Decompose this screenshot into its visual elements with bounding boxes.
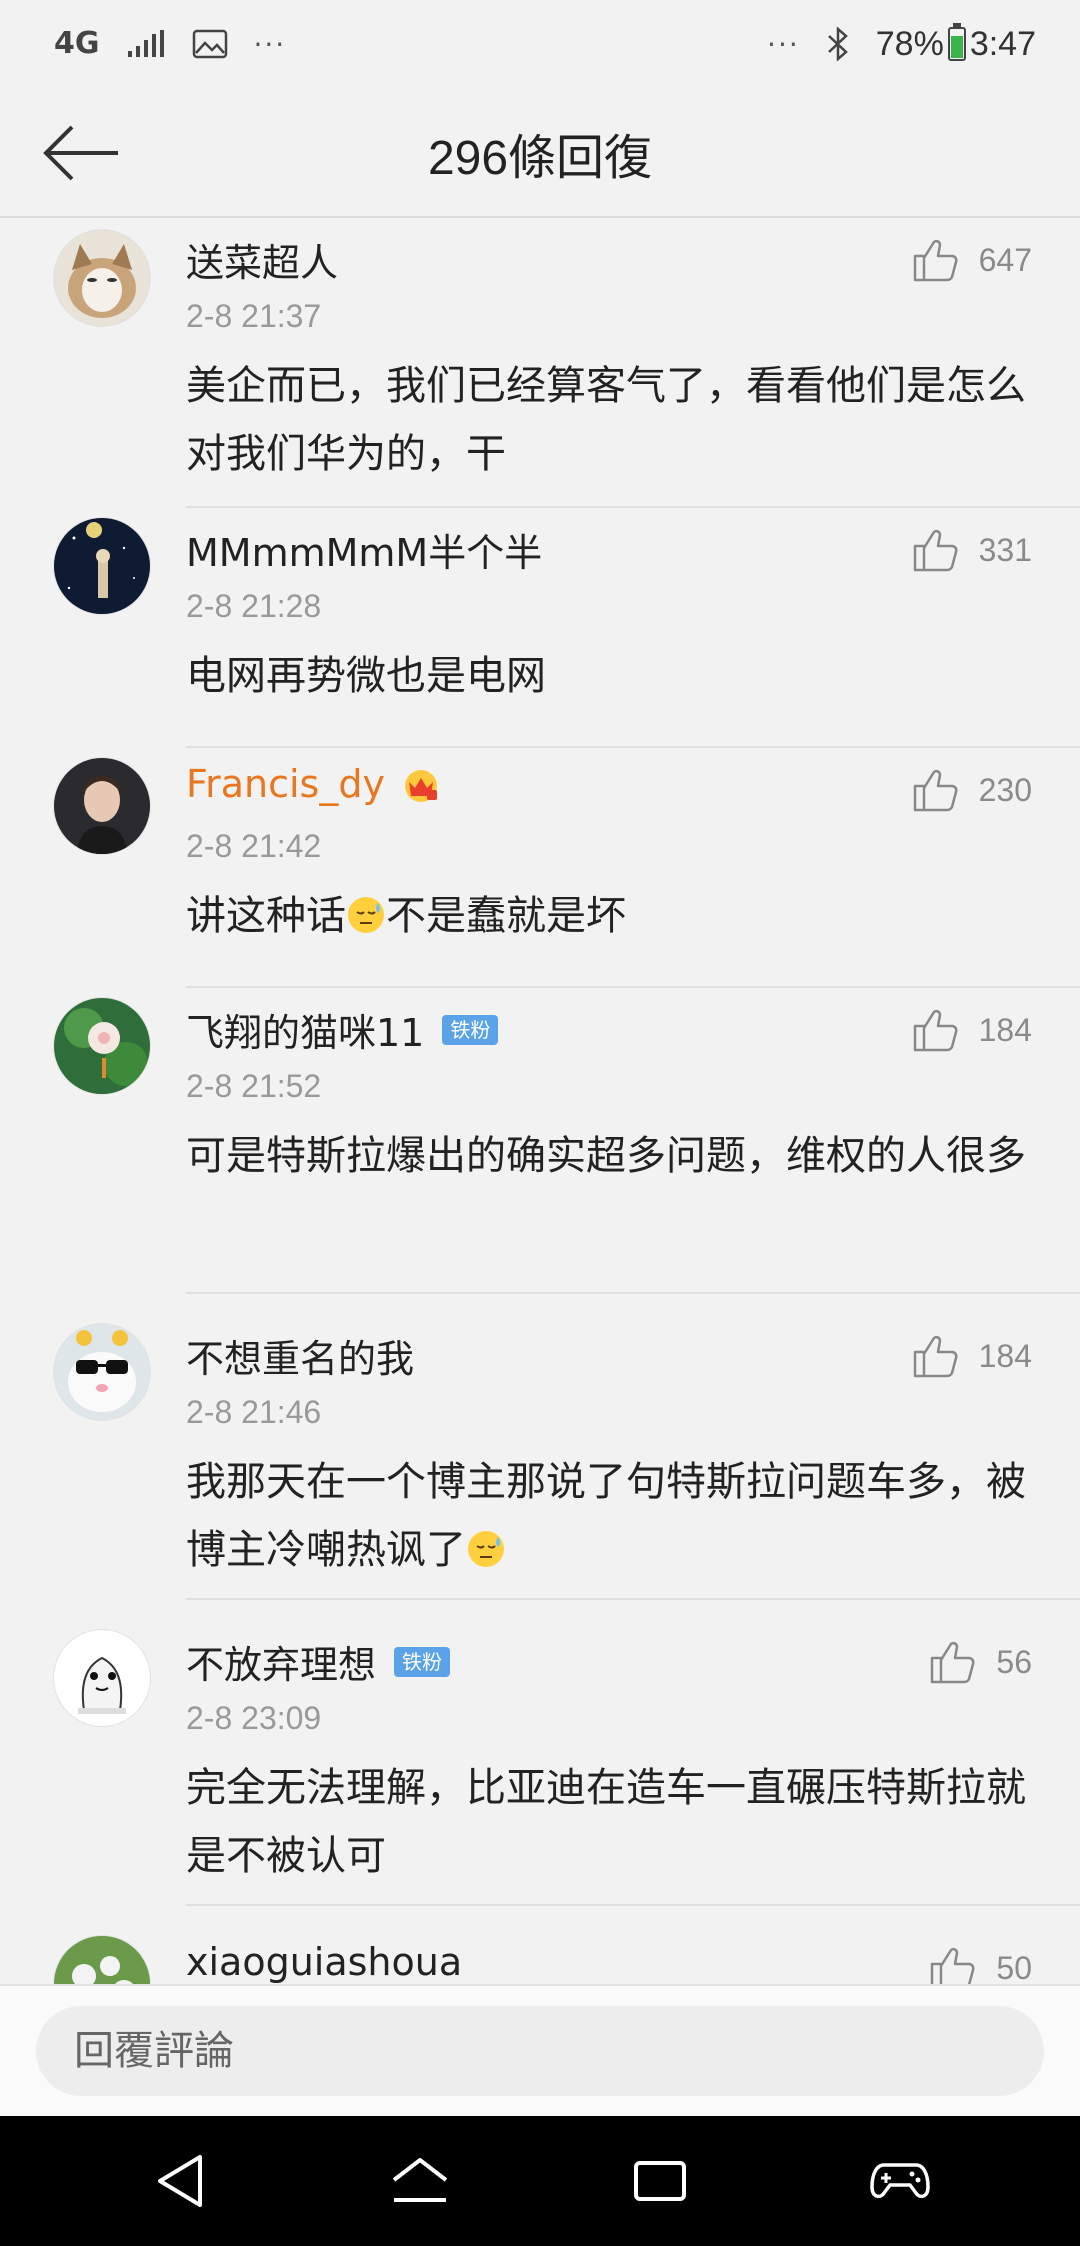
comment-text-part: 不是蠢就是坏 (386, 893, 626, 939)
avatar[interactable] (54, 998, 150, 1094)
like-count: 331 (978, 531, 1032, 568)
username[interactable]: MMmmMmM半个半 (186, 522, 542, 577)
username[interactable]: 不放弃理想 铁粉 (186, 1634, 451, 1689)
like-count: 56 (996, 1643, 1032, 1680)
avatar[interactable] (54, 230, 150, 326)
like-button[interactable]: 56 (928, 1638, 1032, 1686)
comment-text: 我那天在一个博主那说了句特斯拉问题车多，被博主冷嘲热讽了 (186, 1448, 1030, 1584)
comment-time: 2-8 21:28 (186, 588, 322, 624)
signal-icon (127, 30, 164, 57)
comment-text: 讲这种话 不是蠢就是坏 (186, 882, 1030, 950)
app-header: 296條回復 (0, 88, 1080, 218)
thumbs-up-icon (913, 529, 958, 572)
comment-item[interactable]: MMmmMmM半个半 2-8 21:28 电网再势微也是电网 331 (0, 508, 1080, 748)
battery-icon (947, 23, 966, 61)
like-count: 50 (996, 1949, 1032, 1985)
like-button[interactable]: 331 (911, 526, 1032, 574)
like-count: 647 (978, 241, 1032, 278)
image-icon (192, 29, 227, 59)
thumbs-up-icon (913, 239, 958, 282)
comment-list[interactable]: 送菜超人 2-8 21:37 美企而已，我们已经算客气了，看看他们是怎么对我们华… (0, 218, 1080, 1984)
username-text: Francis_dy (186, 762, 385, 806)
like-button[interactable]: 230 (911, 766, 1032, 814)
like-count: 184 (978, 1337, 1032, 1374)
username[interactable]: Francis_dy (186, 762, 443, 806)
gamepad-icon (870, 2163, 930, 2199)
nav-back-button[interactable] (145, 2146, 215, 2216)
comment-item[interactable]: 不想重名的我 2-8 21:46 我那天在一个博主那说了句特斯拉问题车多，被博主… (0, 1294, 1080, 1600)
battery-percent: 78% (875, 24, 944, 63)
avatar[interactable] (54, 1630, 150, 1726)
username-text: 不放弃理想 (186, 1643, 377, 1687)
comment-text-part: 我那天在一个博主那说了句特斯拉问题车多，被博主冷嘲热讽了 (186, 1459, 1026, 1573)
home-icon (392, 2158, 448, 2202)
comment-item[interactable]: 不放弃理想 铁粉 2-8 23:09 完全无法理解，比亚迪在造车一直碾压特斯拉就… (0, 1600, 1080, 1906)
notification-dots: ··· (253, 27, 287, 61)
username[interactable]: 飞翔的猫咪11 铁粉 (186, 1002, 499, 1057)
nav-game-button[interactable] (865, 2146, 935, 2216)
fan-badge: 铁粉 (394, 1646, 451, 1677)
comment-text-part: 讲这种话 (186, 893, 346, 939)
comment-time: 2-8 23:09 (186, 1700, 322, 1736)
comment-time: 2-8 21:42 (186, 828, 322, 864)
clock: 3:47 (969, 24, 1036, 63)
comment-text: 可是特斯拉爆出的确实超多问题，维权的人很多 (186, 1133, 1026, 1179)
sweat-emoji-icon (348, 897, 384, 933)
like-button[interactable]: 184 (911, 1006, 1032, 1054)
page-title: 296條回復 (427, 132, 653, 185)
reply-bar (0, 1984, 1080, 2116)
sweat-emoji-icon (468, 1531, 504, 1567)
comment-text: 电网再势微也是电网 (186, 653, 546, 699)
thumbs-up-icon (913, 1009, 958, 1052)
thumbs-up-icon (931, 1947, 975, 1984)
comment-item[interactable]: xiaoguiashoua 50 (0, 1906, 1080, 1984)
avatar[interactable] (54, 1324, 150, 1420)
comment-item[interactable]: Francis_dy 2-8 21:42 讲这种话 不是蠢就是坏 230 (0, 748, 1080, 988)
like-count: 230 (978, 771, 1032, 808)
nav-home-button[interactable] (385, 2146, 455, 2216)
like-button[interactable]: 647 (911, 236, 1032, 284)
thumbs-up-icon (913, 1335, 958, 1378)
comment-time: 2-8 21:46 (186, 1394, 322, 1430)
like-count: 184 (978, 1011, 1032, 1048)
vip-crown-icon (404, 770, 437, 802)
comment-time: 2-8 21:37 (186, 298, 322, 334)
network-type: 4G (54, 26, 100, 61)
comment-item[interactable]: 飞翔的猫咪11 铁粉 2-8 21:52 可是特斯拉爆出的确实超多问题，维权的人… (0, 988, 1080, 1294)
username-text: 飞翔的猫咪11 (186, 1011, 425, 1055)
fan-badge: 铁粉 (442, 1014, 499, 1045)
comment-text: 完全无法理解，比亚迪在造车一直碾压特斯拉就是不被认可 (186, 1765, 1026, 1879)
username[interactable]: 送菜超人 (186, 232, 338, 287)
comment-time: 2-8 21:52 (186, 1068, 322, 1104)
avatar[interactable] (54, 758, 150, 854)
like-button[interactable]: 50 (928, 1944, 1032, 1984)
thumbs-up-icon (931, 1641, 975, 1684)
reply-input[interactable] (36, 2006, 1044, 2096)
recents-icon (634, 2161, 686, 2201)
thumbs-up-icon (913, 769, 958, 812)
username[interactable]: 不想重名的我 (186, 1328, 414, 1383)
comment-text: 美企而已，我们已经算客气了，看看他们是怎么对我们华为的，干 (186, 363, 1026, 477)
bluetooth-icon (827, 27, 848, 61)
status-bar: 4G ··· ··· 78% 3:47 (0, 0, 1080, 88)
triangle-back-icon (158, 2155, 202, 2207)
comment-item[interactable]: 送菜超人 2-8 21:37 美企而已，我们已经算客气了，看看他们是怎么对我们华… (0, 218, 1080, 508)
like-button[interactable]: 184 (911, 1332, 1032, 1380)
username[interactable]: xiaoguiashoua (186, 1940, 462, 1984)
avatar[interactable] (54, 518, 150, 614)
nav-recents-button[interactable] (625, 2146, 695, 2216)
avatar[interactable] (54, 1936, 150, 1984)
system-nav-bar (0, 2116, 1080, 2246)
more-dots: ··· (767, 27, 800, 61)
